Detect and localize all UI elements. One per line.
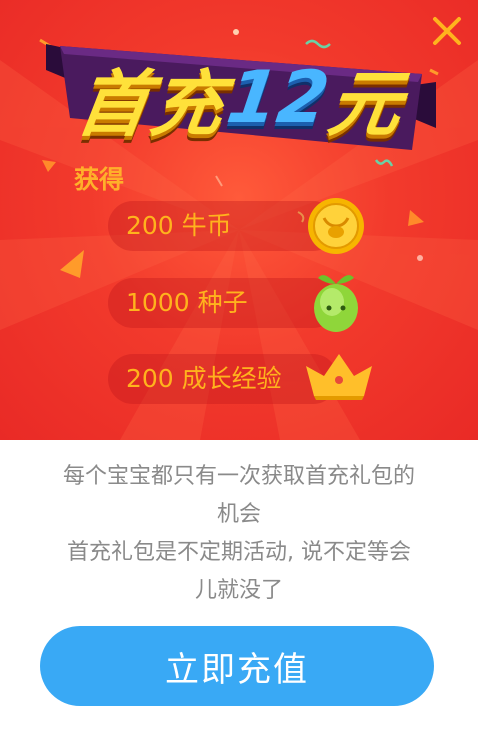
info-line: 每个宝宝都只有一次获取首充礼包的 <box>62 464 415 489</box>
sprout-icon <box>314 275 358 332</box>
crown-icon <box>306 354 372 400</box>
reward-label-seeds: 1000 种子 <box>126 288 248 317</box>
title-prefix: 首充 <box>71 61 231 146</box>
close-icon <box>433 17 461 45</box>
title-banner: 首充 12 元 <box>46 22 436 162</box>
promo-header: 首充 12 元 获得 200 牛币 1000 种子 200 成长经验 <box>0 0 478 440</box>
rewards-heading: 获得 <box>74 165 125 194</box>
title-suffix: 元 <box>323 61 410 146</box>
confetti-piece <box>215 175 223 187</box>
info-line: 首充礼包是不定期活动, 说不定等会 <box>67 540 411 565</box>
coin-icon <box>308 198 364 254</box>
close-button[interactable] <box>430 14 464 48</box>
confetti-piece <box>417 255 423 261</box>
title-amount: 12 <box>221 55 334 139</box>
recharge-now-button[interactable]: 立即充值 <box>40 626 434 706</box>
reward-label-exp: 200 成长经验 <box>126 364 282 393</box>
info-line: 机会 <box>216 502 261 527</box>
info-line: 儿就没了 <box>194 578 283 603</box>
banner-title: 首充 12 元 <box>46 52 436 146</box>
confetti-piece <box>408 210 424 226</box>
reward-label-coins: 200 牛币 <box>126 211 232 240</box>
promo-info: 每个宝宝都只有一次获取首充礼包的 机会 首充礼包是不定期活动, 说不定等会 儿就… <box>36 458 442 610</box>
